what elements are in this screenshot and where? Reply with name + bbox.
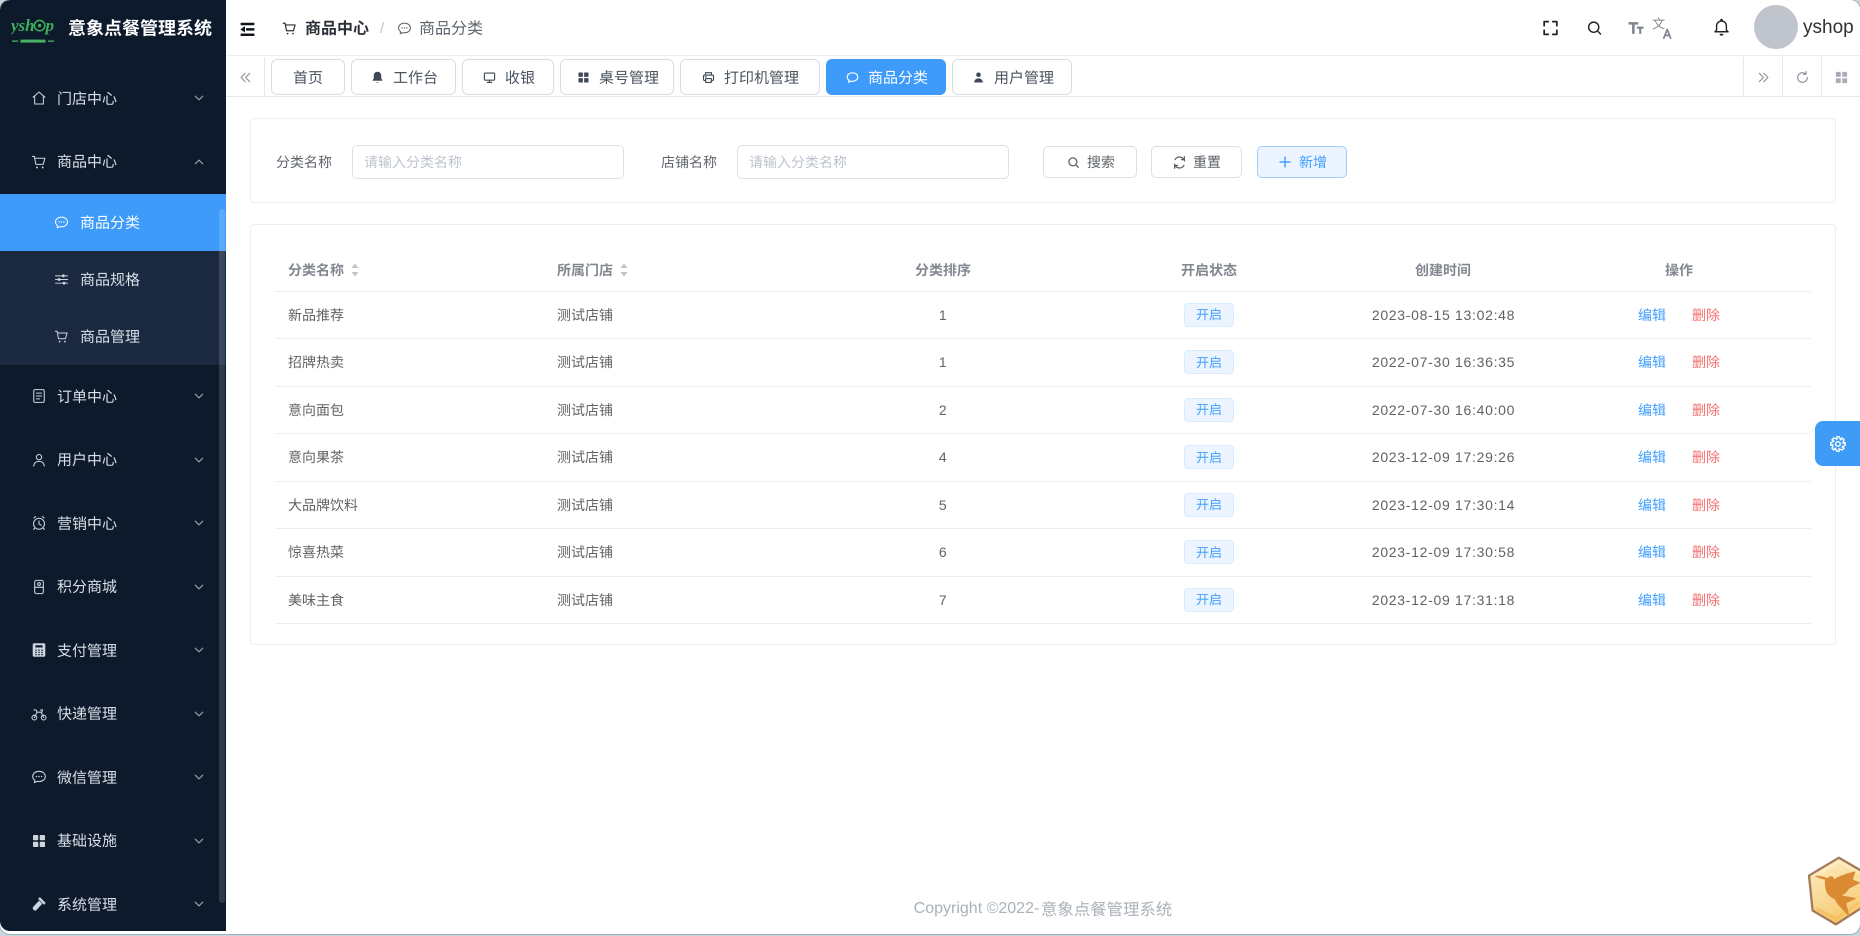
svg-text:ysh: ysh (11, 16, 35, 35)
svg-text:p: p (44, 16, 55, 35)
